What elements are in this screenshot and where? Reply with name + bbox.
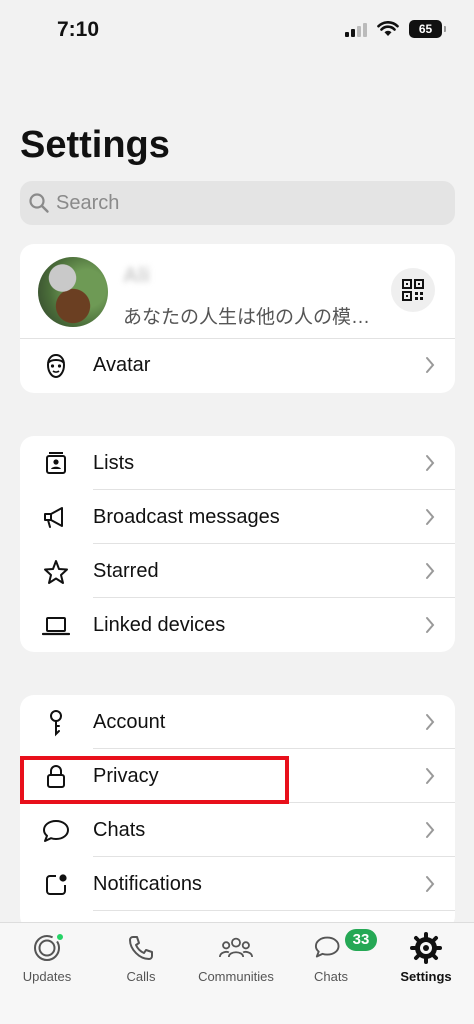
status-bar: 7:10 65	[0, 0, 474, 62]
lists-icon	[42, 450, 70, 478]
search-input[interactable]	[56, 191, 436, 215]
settings-row-label: Chats	[93, 818, 146, 841]
row-divider	[93, 910, 455, 911]
profile-name: Ali	[123, 264, 150, 287]
settings-row-label: Notifications	[93, 872, 202, 895]
page-title: Settings	[20, 124, 170, 166]
megaphone-icon	[42, 504, 70, 532]
signal-icon	[345, 21, 367, 37]
status-icons: 65	[345, 20, 446, 38]
tab-settings[interactable]: Settings	[379, 931, 473, 984]
chevron-right-icon	[426, 768, 435, 784]
chat-bubble-icon	[42, 817, 70, 845]
settings-row-avatar[interactable]: Avatar	[20, 338, 455, 392]
settings-row-lists[interactable]: Lists	[20, 436, 455, 490]
wifi-icon	[377, 21, 399, 36]
tab-label: Calls	[126, 969, 156, 984]
tab-bar: Updates Calls Communities Chats 33 Setti…	[0, 922, 474, 1024]
settings-row-label: Lists	[93, 451, 135, 474]
tab-label: Chats	[314, 969, 348, 984]
chats-icon	[314, 931, 348, 965]
laptop-icon	[42, 612, 70, 640]
profile-photo[interactable]	[38, 257, 108, 327]
tab-label: Communities	[198, 969, 274, 984]
phone-icon	[124, 931, 158, 965]
settings-row-notifications[interactable]: Notifications	[20, 857, 455, 911]
settings-row-linked-devices[interactable]: Linked devices	[20, 598, 455, 652]
settings-row-label: Linked devices	[93, 613, 226, 636]
lock-icon	[42, 763, 70, 791]
updates-icon	[30, 931, 64, 965]
chevron-right-icon	[426, 357, 435, 373]
settings-row-label: Avatar	[93, 353, 151, 376]
key-icon	[42, 709, 70, 737]
profile-row[interactable]: Ali あなたの人生は他の人の模…	[20, 244, 455, 338]
settings-row-privacy[interactable]: Privacy	[20, 749, 455, 803]
settings-row-label: Starred	[93, 559, 159, 582]
status-time: 7:10	[57, 18, 100, 41]
tab-updates[interactable]: Updates	[0, 931, 94, 984]
chevron-right-icon	[426, 563, 435, 579]
chats-unread-badge: 33	[345, 929, 377, 951]
profile-card: Ali あなたの人生は他の人の模… Avatar	[20, 244, 455, 393]
settings-row-broadcast-messages[interactable]: Broadcast messages	[20, 490, 455, 544]
update-dot	[56, 933, 64, 941]
battery-indicator: 65	[409, 20, 446, 38]
notification-icon	[42, 871, 70, 899]
tab-label: Updates	[22, 969, 72, 984]
chevron-right-icon	[426, 714, 435, 730]
search-icon	[29, 193, 49, 213]
search-bar[interactable]	[20, 181, 455, 225]
tools-card: Lists Broadcast messages Starred Linked …	[20, 436, 455, 652]
chevron-right-icon	[426, 455, 435, 471]
chevron-right-icon	[426, 617, 435, 633]
chevron-right-icon	[426, 509, 435, 525]
profile-about: あなたの人生は他の人の模…	[123, 307, 371, 328]
settings-gear-icon	[409, 931, 443, 965]
communities-icon	[219, 931, 253, 965]
qr-code-button[interactable]	[391, 268, 435, 312]
tab-calls[interactable]: Calls	[94, 931, 188, 984]
settings-row-label: Privacy	[93, 764, 159, 787]
star-icon	[42, 558, 70, 586]
settings-row-label: Account	[93, 710, 166, 733]
settings-row-chats[interactable]: Chats	[20, 803, 455, 857]
chevron-right-icon	[426, 876, 435, 892]
settings-row-account[interactable]: Account	[20, 695, 455, 749]
qr-code-icon	[402, 279, 424, 301]
settings-row-starred[interactable]: Starred	[20, 544, 455, 598]
avatar-face-icon	[42, 352, 70, 380]
account-card: Account Privacy Chats Notifications	[20, 695, 455, 930]
settings-row-label: Broadcast messages	[93, 505, 280, 528]
tab-label: Settings	[400, 969, 452, 984]
tab-communities[interactable]: Communities	[189, 931, 283, 984]
chevron-right-icon	[426, 822, 435, 838]
